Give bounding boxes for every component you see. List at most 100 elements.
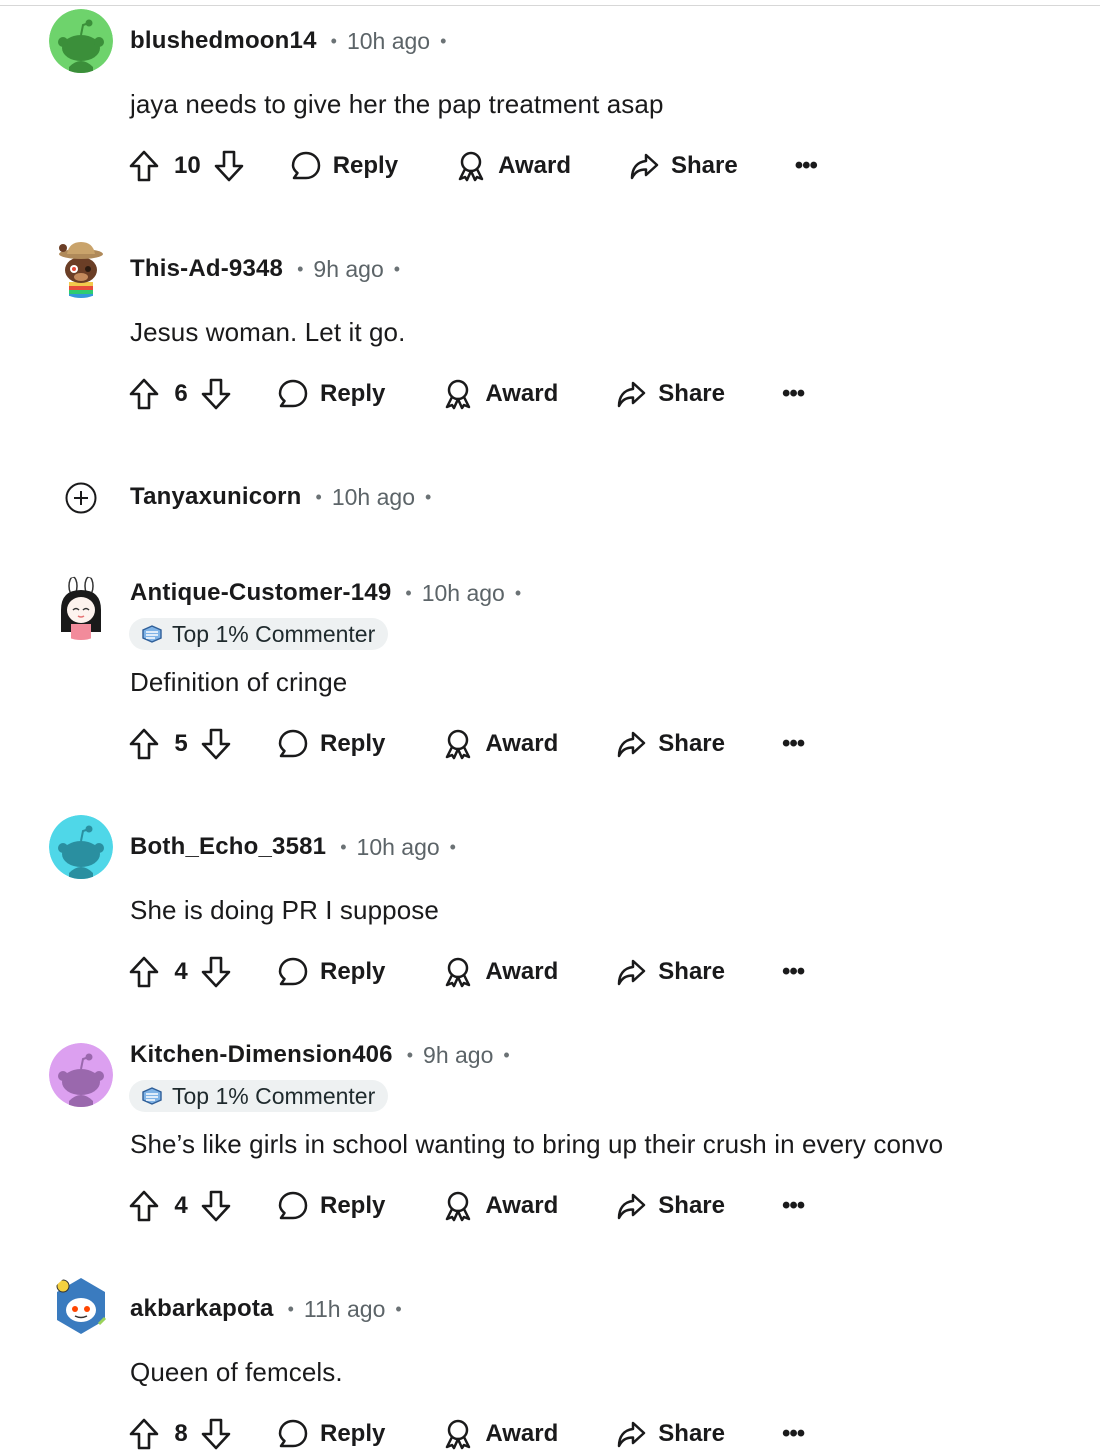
share-arrow-icon (615, 1190, 647, 1222)
timestamp[interactable]: 10h ago (422, 580, 505, 607)
username[interactable]: Antique-Customer-149 (130, 579, 391, 607)
reply-button[interactable]: Reply (277, 1190, 385, 1222)
share-label: Share (658, 1192, 725, 1219)
award-button[interactable]: Award (442, 956, 558, 988)
comment-actions: 10 Reply Award Share ••• (128, 146, 818, 186)
avatar[interactable] (49, 576, 113, 640)
timestamp[interactable]: 10h ago (357, 834, 440, 861)
vote-score: 6 (174, 380, 188, 407)
comment-meta: Tanyaxunicorn • 10h ago • (130, 482, 431, 512)
share-button[interactable]: Share (615, 1190, 725, 1222)
flair-badge-icon (142, 625, 162, 643)
share-label: Share (658, 730, 725, 757)
downvote-icon[interactable] (200, 727, 232, 761)
award-button[interactable]: Award (442, 728, 558, 760)
comment-body: Queen of femcels. (130, 1357, 343, 1387)
avatar[interactable] (49, 9, 113, 73)
reply-label: Reply (320, 380, 386, 407)
more-options-button[interactable]: ••• (782, 1192, 805, 1220)
comment-body: She is doing PR I suppose (130, 895, 439, 925)
timestamp[interactable]: 9h ago (423, 1042, 493, 1069)
downvote-icon[interactable] (200, 1189, 232, 1223)
more-options-button[interactable]: ••• (782, 1420, 805, 1448)
flair-badge-icon (142, 1087, 162, 1105)
share-label: Share (658, 958, 725, 985)
reply-button[interactable]: Reply (277, 378, 385, 410)
award-icon (442, 956, 474, 988)
comment-meta: This-Ad-9348 • 9h ago • (130, 254, 400, 284)
comment-meta: Both_Echo_3581 • 10h ago • (130, 832, 456, 862)
reply-label: Reply (320, 730, 386, 757)
more-options-button[interactable]: ••• (782, 730, 805, 758)
timestamp[interactable]: 9h ago (313, 256, 383, 283)
reply-button[interactable]: Reply (290, 150, 398, 182)
downvote-icon[interactable] (200, 955, 232, 989)
award-button[interactable]: Award (455, 150, 571, 182)
timestamp[interactable]: 11h ago (304, 1296, 385, 1323)
username[interactable]: Kitchen-Dimension406 (130, 1041, 393, 1069)
vote-score: 4 (174, 1192, 188, 1219)
award-icon (442, 728, 474, 760)
avatar[interactable] (49, 1274, 113, 1338)
upvote-icon[interactable] (128, 1189, 160, 1223)
award-button[interactable]: Award (442, 1190, 558, 1222)
award-button[interactable]: Award (442, 1418, 558, 1450)
upvote-icon[interactable] (128, 1417, 160, 1451)
username[interactable]: This-Ad-9348 (130, 255, 283, 283)
comment-body: She’s like girls in school wanting to br… (130, 1129, 944, 1159)
share-button[interactable]: Share (615, 378, 725, 410)
share-arrow-icon (615, 728, 647, 760)
upvote-icon[interactable] (128, 377, 160, 411)
award-label: Award (498, 152, 571, 179)
upvote-icon[interactable] (128, 727, 160, 761)
comment-actions: 4 Reply Award Share ••• (128, 1186, 805, 1226)
flair-text: Top 1% Commenter (172, 620, 376, 647)
avatar[interactable] (49, 234, 113, 298)
upvote-icon[interactable] (128, 149, 160, 183)
expand-plus-icon[interactable] (65, 482, 97, 514)
share-button[interactable]: Share (628, 150, 738, 182)
more-options-button[interactable]: ••• (782, 958, 805, 986)
share-label: Share (658, 380, 725, 407)
award-button[interactable]: Award (442, 378, 558, 410)
username[interactable]: Tanyaxunicorn (130, 483, 302, 511)
award-label: Award (485, 958, 559, 985)
username[interactable]: akbarkapota (130, 1295, 274, 1323)
comment-meta: blushedmoon14 • 10h ago • (130, 26, 446, 56)
top-divider (0, 5, 1100, 6)
vote-score: 8 (174, 1420, 188, 1447)
award-label: Award (485, 1192, 559, 1219)
share-button[interactable]: Share (615, 728, 725, 760)
timestamp[interactable]: 10h ago (332, 484, 415, 511)
reply-label: Reply (332, 152, 399, 179)
reply-button[interactable]: Reply (277, 1418, 385, 1450)
downvote-icon[interactable] (200, 377, 232, 411)
reply-button[interactable]: Reply (277, 956, 385, 988)
upvote-icon[interactable] (128, 955, 160, 989)
comment-meta: akbarkapota • 11h ago • (130, 1294, 402, 1324)
downvote-icon[interactable] (213, 149, 245, 183)
comment-actions: 5 Reply Award Share ••• (128, 724, 805, 764)
username[interactable]: blushedmoon14 (130, 27, 317, 55)
share-button[interactable]: Share (615, 1418, 725, 1450)
comment-actions: 8 Reply Award Share ••• (128, 1414, 805, 1454)
reply-button[interactable]: Reply (277, 728, 385, 760)
username[interactable]: Both_Echo_3581 (130, 833, 326, 861)
award-icon (442, 1190, 474, 1222)
separator-dot: • (440, 30, 447, 51)
separator-dot: • (514, 582, 522, 603)
share-button[interactable]: Share (615, 956, 725, 988)
share-arrow-icon (615, 1418, 647, 1450)
avatar[interactable] (49, 1043, 113, 1107)
avatar[interactable] (49, 815, 113, 879)
timestamp[interactable]: 10h ago (347, 28, 430, 55)
more-options-button[interactable]: ••• (782, 380, 805, 408)
separator-dot: • (340, 836, 347, 857)
share-label: Share (670, 152, 738, 179)
reply-bubble-icon (290, 150, 322, 182)
award-icon (455, 150, 487, 182)
reply-label: Reply (320, 1192, 386, 1219)
downvote-icon[interactable] (200, 1417, 232, 1451)
separator-dot: • (395, 1298, 402, 1319)
more-options-button[interactable]: ••• (795, 152, 818, 180)
